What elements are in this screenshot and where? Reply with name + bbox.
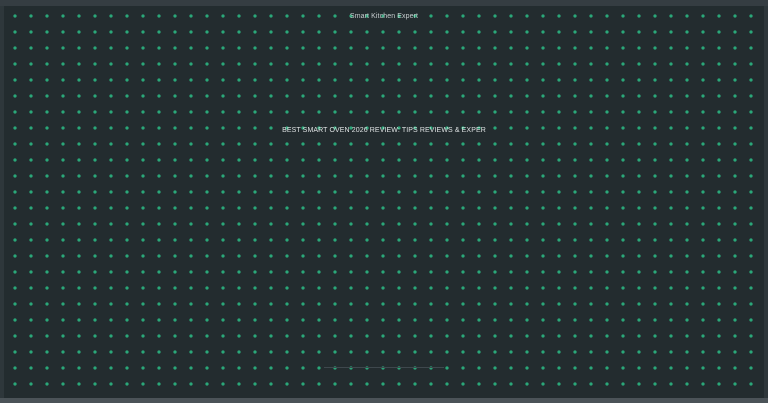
dotted-background <box>4 6 764 398</box>
page-headline: BEST SMART OVEN 2026 REVIEW: TIPS REVIEW… <box>282 127 486 134</box>
site-title[interactable]: Smart Kitchen Expert <box>0 13 768 20</box>
footer-divider <box>324 367 444 368</box>
right-frame-edge <box>764 6 768 398</box>
bottom-frame-bar <box>0 398 768 403</box>
